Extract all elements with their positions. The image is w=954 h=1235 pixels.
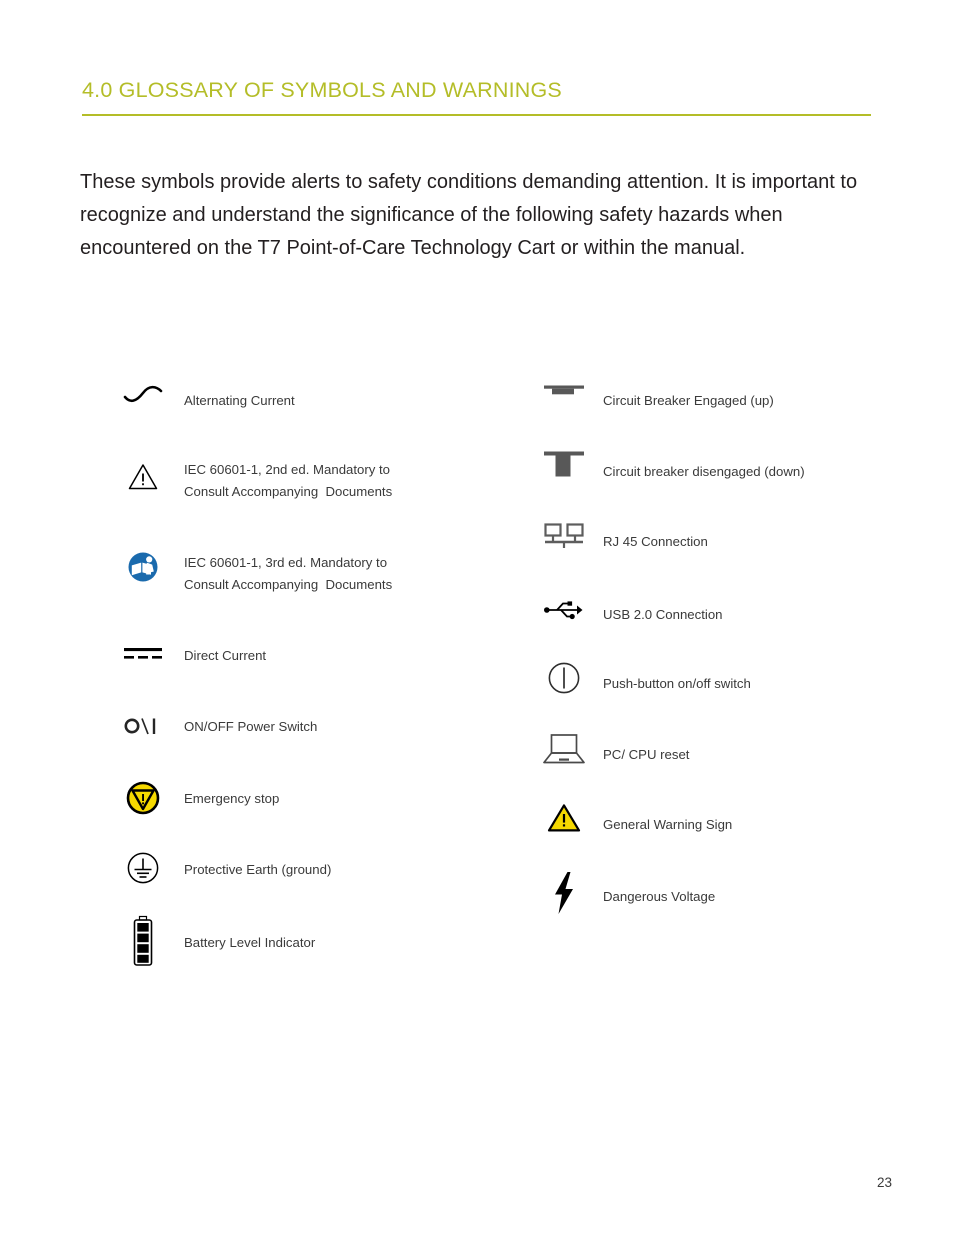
symbol-list-left: Alternating Current IEC 60601-1, 2nd ed. … xyxy=(112,378,492,976)
symbol-row: Push-button on/off switch xyxy=(533,662,913,722)
dangerous-voltage-icon xyxy=(533,872,595,914)
symbol-label: Battery Level Indicator xyxy=(184,935,316,950)
symbol-label: RJ 45 Connection xyxy=(603,534,708,549)
on-off-power-switch-icon xyxy=(112,713,174,739)
battery-level-indicator-icon xyxy=(112,915,174,966)
symbol-row: IEC 60601-1, 3rd ed. Mandatory to Consul… xyxy=(112,548,492,608)
intro-paragraph: These symbols provide alerts to safety c… xyxy=(80,171,863,259)
symbol-row: Circuit breaker disengaged (down) xyxy=(533,449,913,509)
symbol-label: Protective Earth (ground) xyxy=(184,862,332,877)
symbol-label: ON/OFF Power Switch xyxy=(184,719,318,734)
symbol-row: Emergency stop xyxy=(112,781,492,842)
symbol-label: General Warning Sign xyxy=(603,817,733,832)
symbol-row: Protective Earth (ground) xyxy=(112,852,492,912)
circuit-breaker-disengaged-icon xyxy=(533,451,595,479)
symbol-label: USB 2.0 Connection xyxy=(603,607,723,622)
direct-current-icon xyxy=(112,646,174,662)
symbol-row: ON/OFF Power Switch xyxy=(112,711,492,771)
page-title: 4.0 GLOSSARY OF SYMBOLS AND WARNINGS xyxy=(82,78,562,102)
symbol-row: IEC 60601-1, 2nd ed. Mandatory to Consul… xyxy=(112,455,492,515)
symbol-label: Circuit Breaker Engaged (up) xyxy=(603,393,774,408)
symbol-label: Push-button on/off switch xyxy=(603,676,751,691)
title-divider xyxy=(82,114,871,116)
symbol-row: RJ 45 Connection xyxy=(533,521,913,581)
rj45-connection-icon xyxy=(533,523,595,551)
symbol-label: Direct Current xyxy=(184,648,267,663)
symbol-label: Alternating Current xyxy=(184,393,295,408)
symbol-row: Direct Current xyxy=(112,640,492,700)
symbol-label: IEC 60601-1, 3rd ed. Mandatory to Consul… xyxy=(184,555,393,592)
push-button-switch-icon xyxy=(533,662,595,694)
symbol-row: General Warning Sign xyxy=(533,804,913,864)
symbol-row: Battery Level Indicator xyxy=(112,915,492,976)
symbol-list-right: Circuit Breaker Engaged (up) Circuit brea… xyxy=(533,378,913,932)
symbol-row: USB 2.0 Connection xyxy=(533,592,913,652)
alternating-current-icon xyxy=(112,384,174,404)
emergency-stop-icon xyxy=(112,781,174,815)
symbol-label: Emergency stop xyxy=(184,791,280,806)
symbol-row: PC/ CPU reset xyxy=(533,734,913,794)
symbol-label: PC/ CPU reset xyxy=(603,747,690,762)
symbol-label: Dangerous Voltage xyxy=(603,889,716,904)
general-warning-sign-icon xyxy=(533,804,595,832)
pc-cpu-reset-icon xyxy=(533,734,595,764)
protective-earth-icon xyxy=(112,852,174,884)
circuit-breaker-engaged-icon xyxy=(533,385,595,403)
symbol-row: Dangerous Voltage xyxy=(533,872,913,932)
symbol-row: Circuit Breaker Engaged (up) xyxy=(533,378,913,438)
symbol-label: IEC 60601-1, 2nd ed. Mandatory to Consul… xyxy=(184,462,393,499)
symbol-row: Alternating Current xyxy=(112,378,492,438)
consult-instructions-blue-icon xyxy=(112,552,174,582)
page-number: 23 xyxy=(876,1175,892,1190)
usb-connection-icon xyxy=(533,600,595,620)
symbol-label: Circuit breaker disengaged (down) xyxy=(603,464,805,479)
warning-triangle-outline-icon xyxy=(112,463,174,490)
